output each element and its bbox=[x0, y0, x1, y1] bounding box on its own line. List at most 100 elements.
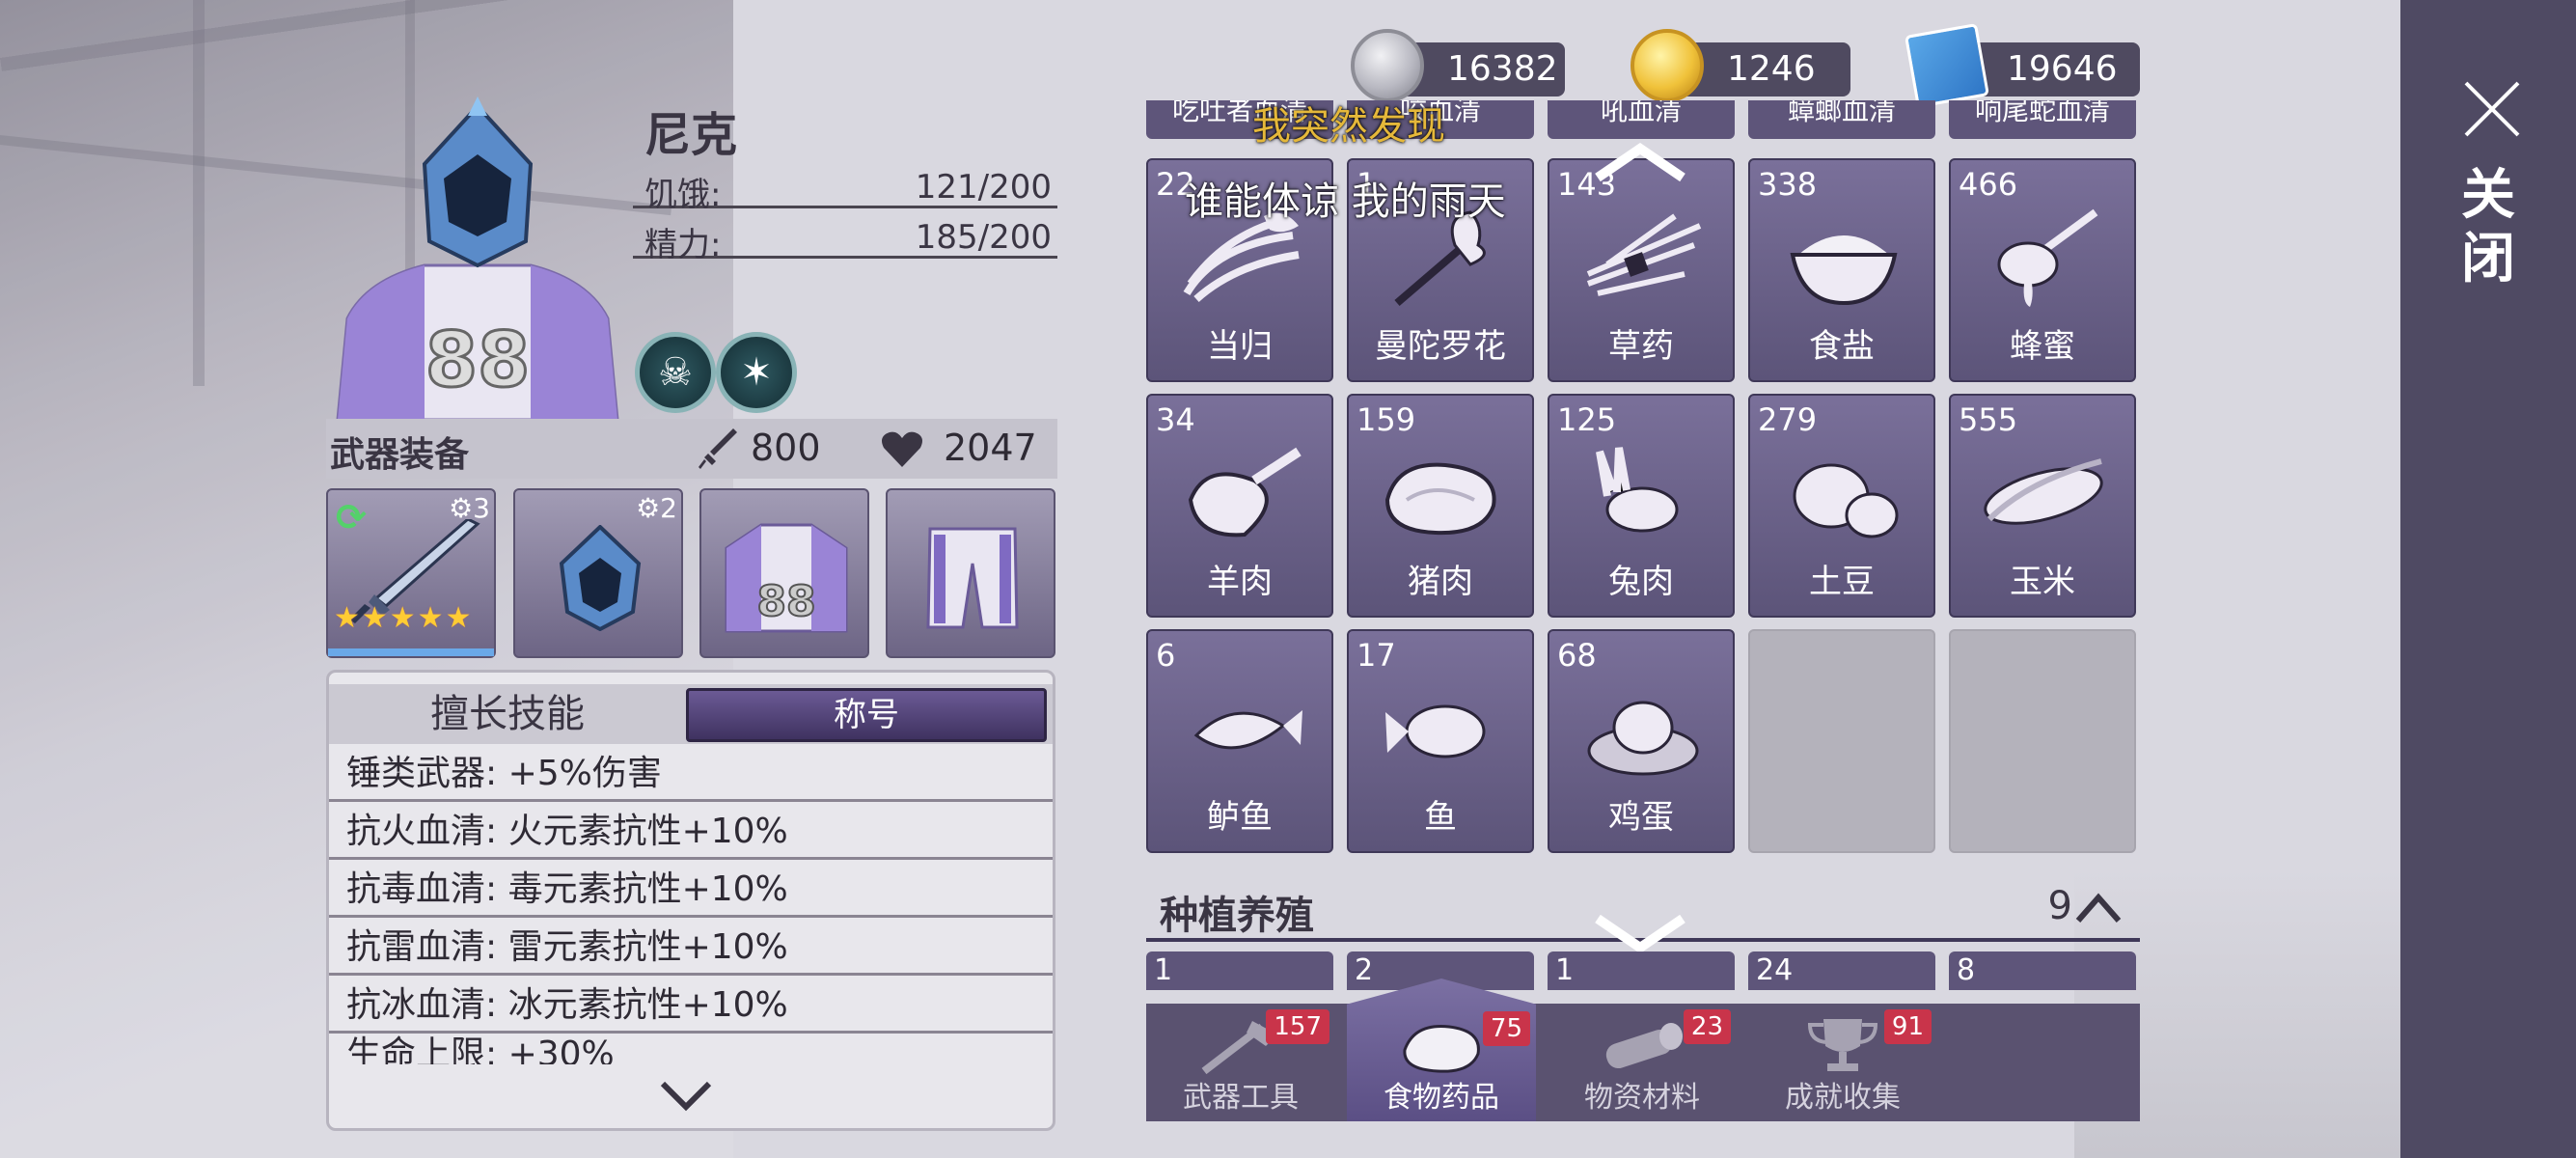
tab-food-medicine[interactable]: 75 食物药品 bbox=[1347, 979, 1536, 1121]
item-rabbit[interactable]: 125 兔肉 bbox=[1548, 394, 1735, 618]
jersey-icon: 88 bbox=[725, 523, 848, 633]
lyric-line-1: 我突然发现 bbox=[1252, 104, 1445, 149]
character-portrait[interactable]: 88 bbox=[328, 96, 627, 420]
close-icon[interactable] bbox=[2462, 79, 2522, 139]
category-tab-bar: 157 武器工具 75 食物药品 23 物资材料 91 成就收集 bbox=[1146, 979, 2140, 1121]
close-panel[interactable]: 关闭 bbox=[2400, 0, 2576, 1158]
fish-icon bbox=[1385, 704, 1486, 758]
tab-skills[interactable]: 擅长技能 bbox=[329, 684, 686, 744]
heart-icon bbox=[882, 431, 922, 467]
item-partial[interactable]: 吼血清 bbox=[1548, 100, 1735, 139]
item-qty: 17 bbox=[1357, 637, 1396, 674]
ticket-icon bbox=[1904, 22, 1990, 109]
item-salt[interactable]: 338 食盐 bbox=[1748, 158, 1935, 382]
hunger-value: 121/200 bbox=[915, 168, 1052, 207]
skill-line: 抗毒血清: 毒元素抗性+10% bbox=[329, 862, 1053, 918]
item-qty: 6 bbox=[1156, 637, 1176, 674]
potato-icon bbox=[1793, 463, 1899, 538]
sword-icon bbox=[699, 428, 737, 469]
planting-item[interactable]: 8 bbox=[1949, 951, 2136, 990]
silver-currency: 16382 bbox=[1351, 29, 1565, 102]
scroll-down-icon[interactable] bbox=[1594, 915, 1686, 953]
item-name: 鸡蛋 bbox=[1608, 798, 1674, 837]
empty-slot bbox=[1748, 629, 1935, 853]
item-pork[interactable]: 159 猪肉 bbox=[1347, 394, 1534, 618]
gold-value: 1246 bbox=[1727, 49, 1816, 89]
equip-slot-helmet[interactable]: ⚙2 bbox=[513, 488, 683, 658]
tab-title[interactable]: 称号 bbox=[686, 688, 1047, 742]
item-name: 鲈鱼 bbox=[1207, 798, 1273, 837]
lyric-line-2: 谁能体谅 我的雨天 bbox=[1185, 179, 1506, 224]
meat-slab-icon bbox=[1384, 462, 1496, 536]
hunger-label: 饥饿: bbox=[644, 176, 722, 214]
svg-text:88: 88 bbox=[756, 577, 815, 626]
svg-text:88: 88 bbox=[425, 317, 531, 404]
chevron-up-icon[interactable] bbox=[2074, 892, 2123, 924]
tab-count: 157 bbox=[1266, 1009, 1329, 1044]
energy-value: 185/200 bbox=[915, 218, 1052, 257]
meat-icon bbox=[1403, 1025, 1480, 1073]
item-fish[interactable]: 17 鱼 bbox=[1347, 629, 1534, 853]
helmet-icon bbox=[559, 525, 642, 631]
item-name: 曼陀罗花 bbox=[1375, 327, 1506, 366]
equip-slot-weapon[interactable]: ⟳ ⚙3 ★★★★★ bbox=[326, 488, 496, 658]
item-potato[interactable]: 279 土豆 bbox=[1748, 394, 1935, 618]
item-partial[interactable]: 蟑螂血清 bbox=[1748, 100, 1935, 139]
item-qty: 34 bbox=[1156, 401, 1195, 438]
planting-item[interactable]: 24 bbox=[1748, 951, 1935, 990]
tab-count: 75 bbox=[1482, 1011, 1530, 1046]
gold-coin-icon bbox=[1631, 29, 1704, 102]
empty-slot bbox=[1949, 629, 2136, 853]
item-name: 当归 bbox=[1207, 327, 1273, 366]
planting-item[interactable]: 1 bbox=[1548, 951, 1735, 990]
planting-item[interactable]: 1 bbox=[1146, 951, 1333, 990]
tab-achievements[interactable]: 91 成就收集 bbox=[1748, 1004, 1937, 1121]
item-partial[interactable]: 响尾蛇血清 bbox=[1949, 100, 2136, 139]
scroll-up-icon[interactable] bbox=[1594, 143, 1686, 181]
skill-line: 抗冰血清: 冰元素抗性+10% bbox=[329, 978, 1053, 1034]
item-mutton[interactable]: 34 羊肉 bbox=[1146, 394, 1333, 618]
item-perch[interactable]: 6 鲈鱼 bbox=[1146, 629, 1333, 853]
rabbit-icon bbox=[1596, 447, 1679, 533]
item-qty: 125 bbox=[1557, 401, 1617, 438]
item-herb[interactable]: 143 草药 bbox=[1548, 158, 1735, 382]
item-name: 草药 bbox=[1608, 327, 1674, 366]
skill-line: 抗火血清: 火元素抗性+10% bbox=[329, 804, 1053, 860]
egg-nest-icon bbox=[1587, 701, 1699, 776]
tab-materials[interactable]: 23 物资材料 bbox=[1548, 1004, 1737, 1121]
tab-count: 23 bbox=[1683, 1009, 1731, 1044]
item-qty: 159 bbox=[1357, 401, 1416, 438]
item-honey[interactable]: 466 蜂蜜 bbox=[1949, 158, 2136, 382]
chevron-down-icon[interactable] bbox=[657, 1076, 715, 1115]
pirate-skull-icon[interactable]: ☠ bbox=[635, 332, 716, 413]
equip-slot-shorts[interactable] bbox=[886, 488, 1055, 658]
item-corn[interactable]: 555 玉米 bbox=[1949, 394, 2136, 618]
ticket-currency: 19646 bbox=[1904, 22, 2140, 109]
section-count: 9 bbox=[2047, 884, 2072, 928]
item-name: 猪肉 bbox=[1408, 563, 1473, 601]
close-label[interactable]: 关闭 bbox=[2456, 164, 2520, 291]
item-qty: 279 bbox=[1758, 401, 1818, 438]
skills-tabs: 擅长技能 称号 bbox=[329, 684, 1053, 744]
dancer-icon[interactable]: ✶ bbox=[716, 332, 797, 413]
item-qty: 338 bbox=[1758, 166, 1818, 203]
skill-line: 生命上限: +30% bbox=[346, 1035, 615, 1064]
item-name: 玉米 bbox=[2010, 563, 2075, 601]
trophy-icon bbox=[1807, 1019, 1878, 1071]
item-name: 兔肉 bbox=[1608, 563, 1674, 601]
log-icon bbox=[1605, 1023, 1683, 1069]
tab-weapons-tools[interactable]: 157 武器工具 bbox=[1146, 1004, 1335, 1121]
item-egg[interactable]: 68 鸡蛋 bbox=[1548, 629, 1735, 853]
section-title: 种植养殖 bbox=[1160, 894, 1314, 938]
tab-label: 武器工具 bbox=[1183, 1081, 1299, 1115]
corn-icon bbox=[1984, 458, 2103, 525]
tab-label: 成就收集 bbox=[1785, 1081, 1901, 1115]
character-name: 尼克 bbox=[644, 108, 738, 162]
silver-coin-icon bbox=[1351, 29, 1424, 102]
weapon-progress-bar bbox=[328, 648, 494, 656]
equip-slot-jersey[interactable]: 88 bbox=[699, 488, 869, 658]
item-name: 土豆 bbox=[1809, 563, 1875, 601]
energy-label: 精力: bbox=[644, 226, 722, 264]
star-rating: ★★★★★ bbox=[334, 601, 474, 635]
item-name: 羊肉 bbox=[1207, 563, 1273, 601]
